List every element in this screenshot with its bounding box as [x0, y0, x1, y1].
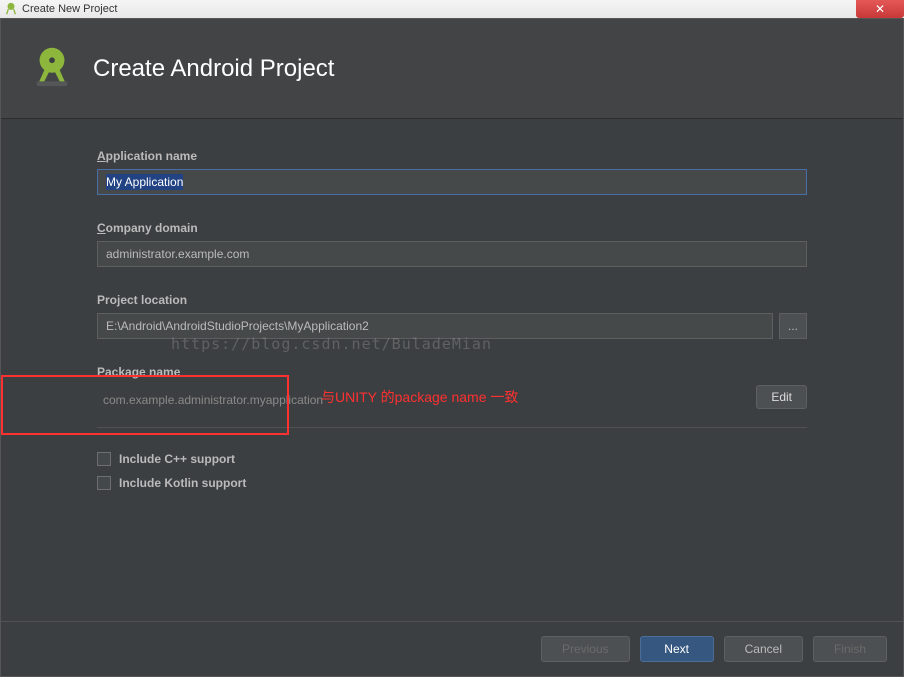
- package-name-label: Package name: [97, 365, 746, 379]
- android-studio-logo-icon: [29, 43, 75, 94]
- company-domain-group: Company domainCompany domain: [97, 221, 807, 267]
- kotlin-support-label: Include Kotlin support: [119, 476, 246, 490]
- project-location-input[interactable]: [97, 313, 773, 339]
- package-name-row: Package name com.example.administrator.m…: [97, 365, 807, 428]
- cpp-support-label: Include C++ support: [119, 452, 235, 466]
- dialog-header: Create Android Project: [1, 19, 903, 119]
- next-button[interactable]: Next: [640, 636, 714, 662]
- application-name-input[interactable]: My Application: [97, 169, 807, 195]
- previous-button: Previous: [541, 636, 630, 662]
- kotlin-support-checkbox[interactable]: [97, 476, 111, 490]
- titlebar: Create New Project ✕: [0, 0, 904, 18]
- edit-button[interactable]: Edit: [756, 385, 807, 409]
- cpp-support-checkbox[interactable]: [97, 452, 111, 466]
- browse-button[interactable]: ...: [779, 313, 807, 339]
- dialog: Create Android Project AApplication name…: [0, 18, 904, 677]
- company-domain-input[interactable]: [97, 241, 807, 267]
- dialog-footer: Previous Next Cancel Finish: [1, 621, 903, 676]
- dialog-body: AApplication namepplication name My Appl…: [1, 119, 903, 621]
- close-button[interactable]: ✕: [856, 0, 904, 18]
- application-name-label: AApplication namepplication name: [97, 149, 807, 163]
- project-location-group: Project location ...: [97, 293, 807, 339]
- close-icon: ✕: [875, 2, 885, 16]
- project-location-label: Project location: [97, 293, 807, 307]
- kotlin-support-row[interactable]: Include Kotlin support: [97, 476, 807, 490]
- window-title: Create New Project: [22, 3, 117, 15]
- android-studio-icon: [4, 2, 18, 16]
- finish-button: Finish: [813, 636, 887, 662]
- application-name-group: AApplication namepplication name My Appl…: [97, 149, 807, 195]
- cpp-support-row[interactable]: Include C++ support: [97, 452, 807, 466]
- company-domain-label: Company domainCompany domain: [97, 221, 807, 235]
- dialog-title: Create Android Project: [93, 55, 334, 83]
- cancel-button[interactable]: Cancel: [724, 636, 803, 662]
- package-name-value: com.example.administrator.myapplication: [97, 385, 746, 407]
